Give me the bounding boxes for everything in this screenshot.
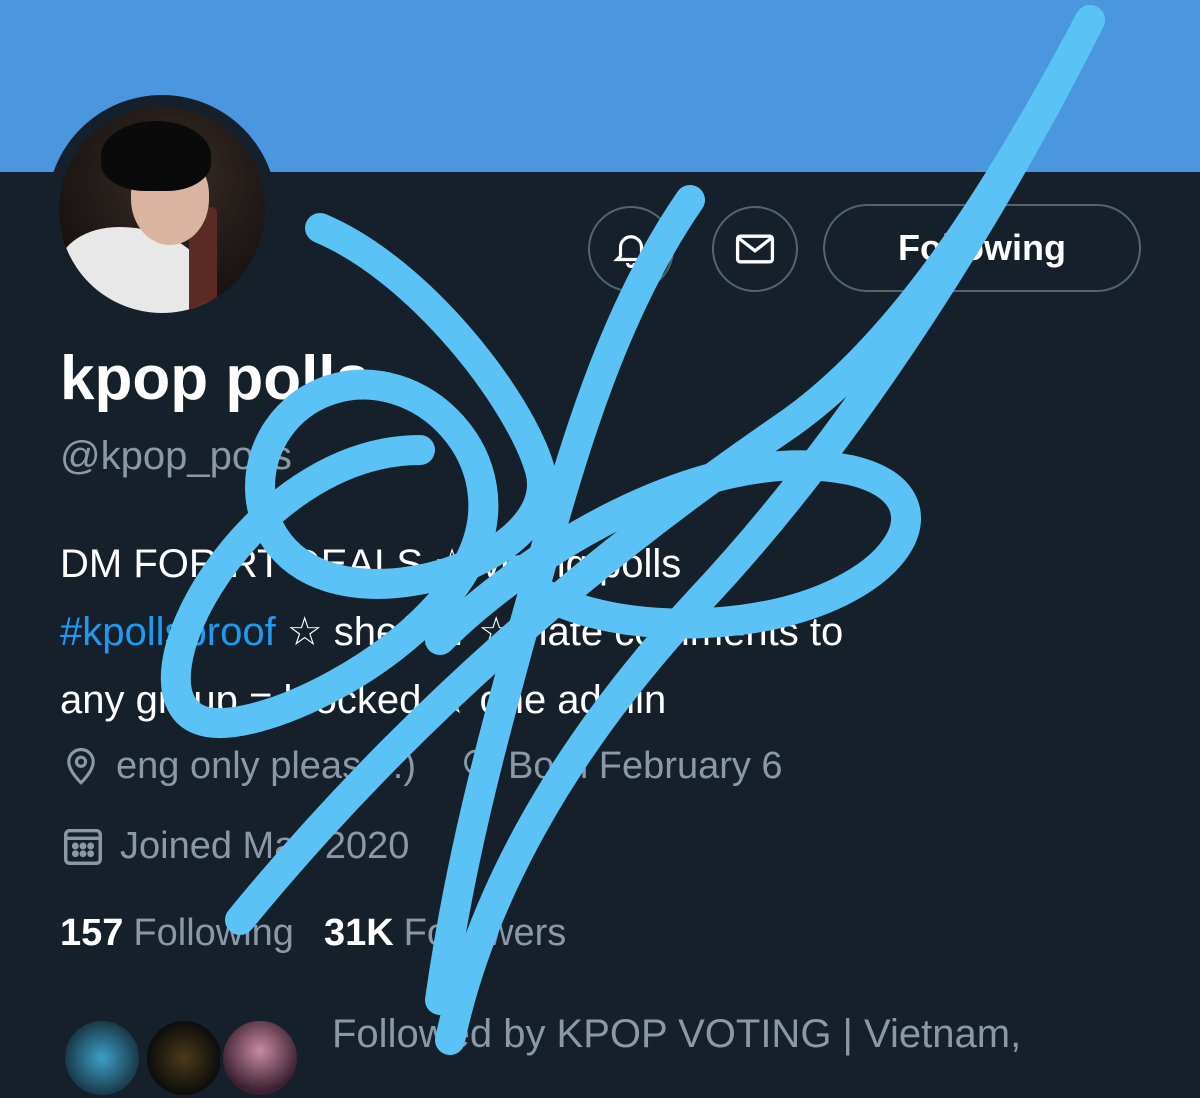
followers-count: 31K bbox=[323, 912, 394, 954]
birthday-text: Born February 6 bbox=[507, 745, 783, 787]
location-pin-icon bbox=[67, 747, 95, 785]
following-button[interactable]: Following bbox=[823, 204, 1141, 292]
profile-avatar[interactable] bbox=[47, 95, 277, 325]
follower-avatar bbox=[220, 1018, 300, 1098]
balloon-icon bbox=[464, 749, 486, 781]
followed-by-text[interactable]: Followed by KPOP VOTING | Vietnam, bbox=[332, 1012, 1021, 1057]
birthday-item: Born February 6 bbox=[456, 745, 783, 788]
following-count-link[interactable]: 157 Following bbox=[60, 912, 294, 955]
calendar-icon bbox=[64, 828, 102, 865]
profile-handle: @kpop_polls bbox=[60, 434, 292, 478]
follow-counts: 157 Following 31K Followers bbox=[60, 912, 596, 955]
message-button[interactable] bbox=[712, 206, 798, 292]
location-text: eng only please :) bbox=[116, 745, 416, 787]
joined-row: Joined May 2020 bbox=[60, 823, 409, 869]
profile-bio: DM FOR RT DEALS ☆ voting polls #kpollspr… bbox=[60, 530, 1160, 734]
avatar-photo bbox=[59, 107, 265, 313]
bio-line-2: #kpollsproof ☆ she/her ☆ hate comments t… bbox=[60, 598, 1160, 666]
bio-hashtag-link[interactable]: #kpollsproof bbox=[60, 610, 276, 654]
bio-line-1: DM FOR RT DEALS ☆ voting polls bbox=[60, 542, 682, 586]
followers-count-label: Followers bbox=[403, 912, 567, 954]
following-count-label: Following bbox=[133, 912, 294, 954]
location-item: eng only please :) bbox=[60, 745, 416, 788]
profile-name: kpop polls bbox=[60, 344, 370, 413]
notifications-button[interactable] bbox=[588, 206, 674, 292]
profile-meta-row: eng only please :) Born February 6 bbox=[60, 745, 823, 788]
joined-text: Joined May 2020 bbox=[120, 824, 410, 867]
bell-icon bbox=[613, 235, 649, 269]
followers-count-link[interactable]: 31K Followers bbox=[324, 912, 566, 955]
follower-avatar bbox=[62, 1018, 142, 1098]
bio-line-2-text: ☆ she/her ☆ hate comments to bbox=[275, 610, 844, 654]
following-count: 157 bbox=[60, 912, 124, 954]
bio-line-3: any group = blocked ☆ one admin bbox=[60, 678, 667, 722]
mail-icon bbox=[735, 234, 775, 264]
follower-avatar bbox=[144, 1018, 224, 1098]
